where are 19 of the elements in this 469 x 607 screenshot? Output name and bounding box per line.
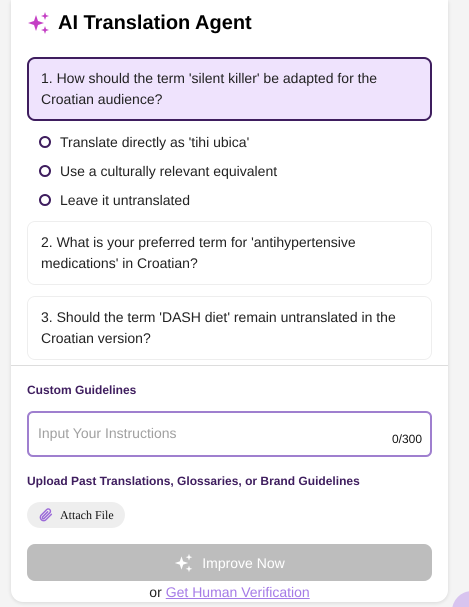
option-label: Translate directly as 'tihi ubica' — [60, 134, 250, 150]
question-card[interactable]: 1. How should the term 'silent killer' be adapted for the Croatian audience? — [27, 57, 432, 121]
option-label: Use a culturally relevant equivalent — [60, 162, 278, 178]
radio-button[interactable] — [39, 194, 51, 206]
option-label: Leave it untranslated — [60, 192, 190, 208]
question-card[interactable]: 3. Should the term 'DASH diet' remain untranslated in the Croatian version? — [27, 296, 432, 360]
sparkle-icon — [27, 11, 51, 35]
instructions-field[interactable]: Input Your Instructions 0/300 — [27, 411, 432, 457]
paperclip-icon — [38, 507, 54, 523]
attach-file-button[interactable]: Attach File — [27, 502, 125, 528]
page-title: AI Translation Agent — [58, 12, 252, 34]
section-label: Custom Guidelines — [27, 383, 138, 397]
radio-button[interactable] — [39, 136, 51, 148]
radio-button[interactable] — [39, 164, 51, 176]
character-counter: 0/300 — [392, 432, 422, 446]
question-card[interactable]: 2. What is your preferred term for 'antihypertensive medications' in Croatian? — [27, 221, 432, 285]
or-text: or — [149, 584, 162, 600]
section-label: Upload Past Translations, Glossaries, or Brand Guidelines — [27, 474, 361, 488]
sparkle-icon — [174, 552, 194, 572]
